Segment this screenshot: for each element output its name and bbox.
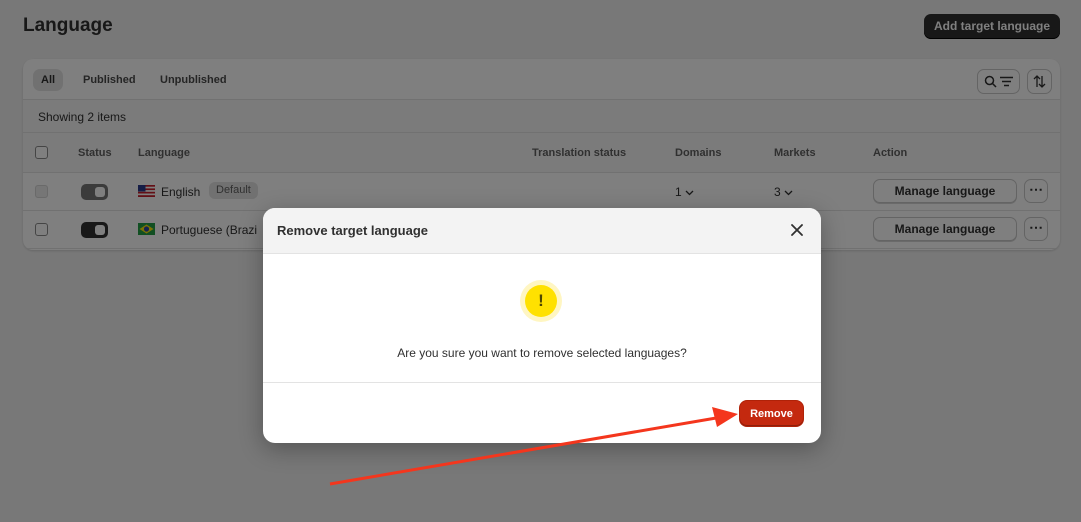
remove-language-dialog: Remove target language ! Are you sure yo… (263, 208, 821, 443)
dialog-divider (263, 382, 821, 383)
dialog-message: Are you sure you want to remove selected… (397, 346, 687, 360)
close-button[interactable] (787, 220, 807, 240)
dialog-header: Remove target language (263, 208, 821, 254)
warning-icon: ! (525, 285, 557, 317)
remove-button[interactable]: Remove (740, 401, 803, 426)
close-icon (791, 224, 803, 236)
dialog-title: Remove target language (277, 223, 428, 238)
